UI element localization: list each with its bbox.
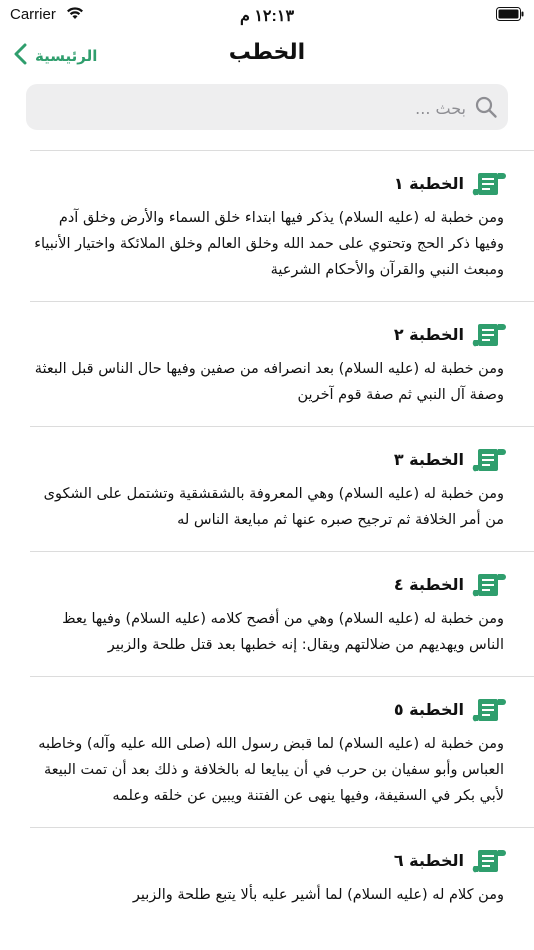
list-item-header: الخطبة ٥ — [30, 695, 506, 723]
sermon-description: ومن كلام له (عليه السلام) لما أشير عليه … — [132, 887, 504, 903]
search-input[interactable] — [64, 84, 468, 132]
sermon-description: ومن خطبة له (عليه السلام) بعد انصرافه من… — [34, 361, 504, 403]
battery-icon — [496, 7, 524, 21]
sermon-description: ومن خطبة له (عليه السلام) يذكر فيها ابتد… — [34, 210, 504, 278]
sermon-title: الخطبة ٢ — [393, 324, 464, 344]
list-item[interactable]: الخطبة ٦ ومن كلام له (عليه السلام) لما أ… — [30, 827, 534, 926]
list-item[interactable]: الخطبة ٥ ومن خطبة له (عليه السلام) لما ق… — [30, 676, 534, 827]
page-title: الخطب — [228, 40, 306, 65]
clock: ١٢:١٣ م — [239, 8, 295, 25]
sermon-title: الخطبة ١ — [393, 173, 464, 193]
scroll-document-icon — [472, 320, 506, 348]
sermon-description: ومن خطبة له (عليه السلام) وهي من أفصح كل… — [62, 611, 504, 653]
sermons-list: الخطبة ١ ومن خطبة له (عليه السلام) يذكر … — [0, 150, 534, 926]
list-item-header: الخطبة ٦ — [30, 846, 506, 874]
list-item[interactable]: الخطبة ٤ ومن خطبة له (عليه السلام) وهي م… — [30, 551, 534, 676]
scroll-document-icon — [472, 169, 506, 197]
sermon-title: الخطبة ٣ — [393, 449, 464, 469]
sermon-title: الخطبة ٥ — [393, 699, 464, 719]
list-item-header: الخطبة ٣ — [30, 445, 506, 473]
scroll-document-icon — [472, 846, 506, 874]
list-item-header: الخطبة ٤ — [30, 570, 506, 598]
list-item[interactable]: الخطبة ١ ومن خطبة له (عليه السلام) يذكر … — [30, 150, 534, 301]
list-item[interactable]: الخطبة ٣ ومن خطبة له (عليه السلام) وهي ا… — [30, 426, 534, 551]
status-bar: Carrier ١٢:١٣ م — [0, 0, 534, 30]
sermon-description: ومن خطبة له (عليه السلام) وهي المعروفة ب… — [43, 486, 504, 528]
scroll-document-icon — [472, 445, 506, 473]
sermon-description: ومن خطبة له (عليه السلام) لما قبض رسول ا… — [38, 736, 504, 804]
search-icon — [474, 95, 498, 123]
list-item[interactable]: الخطبة ٢ ومن خطبة له (عليه السلام) بعد ا… — [30, 301, 534, 426]
search-bar — [26, 84, 508, 132]
sermon-title: الخطبة ٦ — [393, 850, 464, 870]
scroll-document-icon — [472, 570, 506, 598]
scroll-document-icon — [472, 695, 506, 723]
sermon-title: الخطبة ٤ — [393, 574, 464, 594]
list-item-header: الخطبة ٢ — [30, 320, 506, 348]
list-item-header: الخطبة ١ — [30, 169, 506, 197]
navigation-bar: الرئيسية الخطب — [0, 30, 534, 80]
